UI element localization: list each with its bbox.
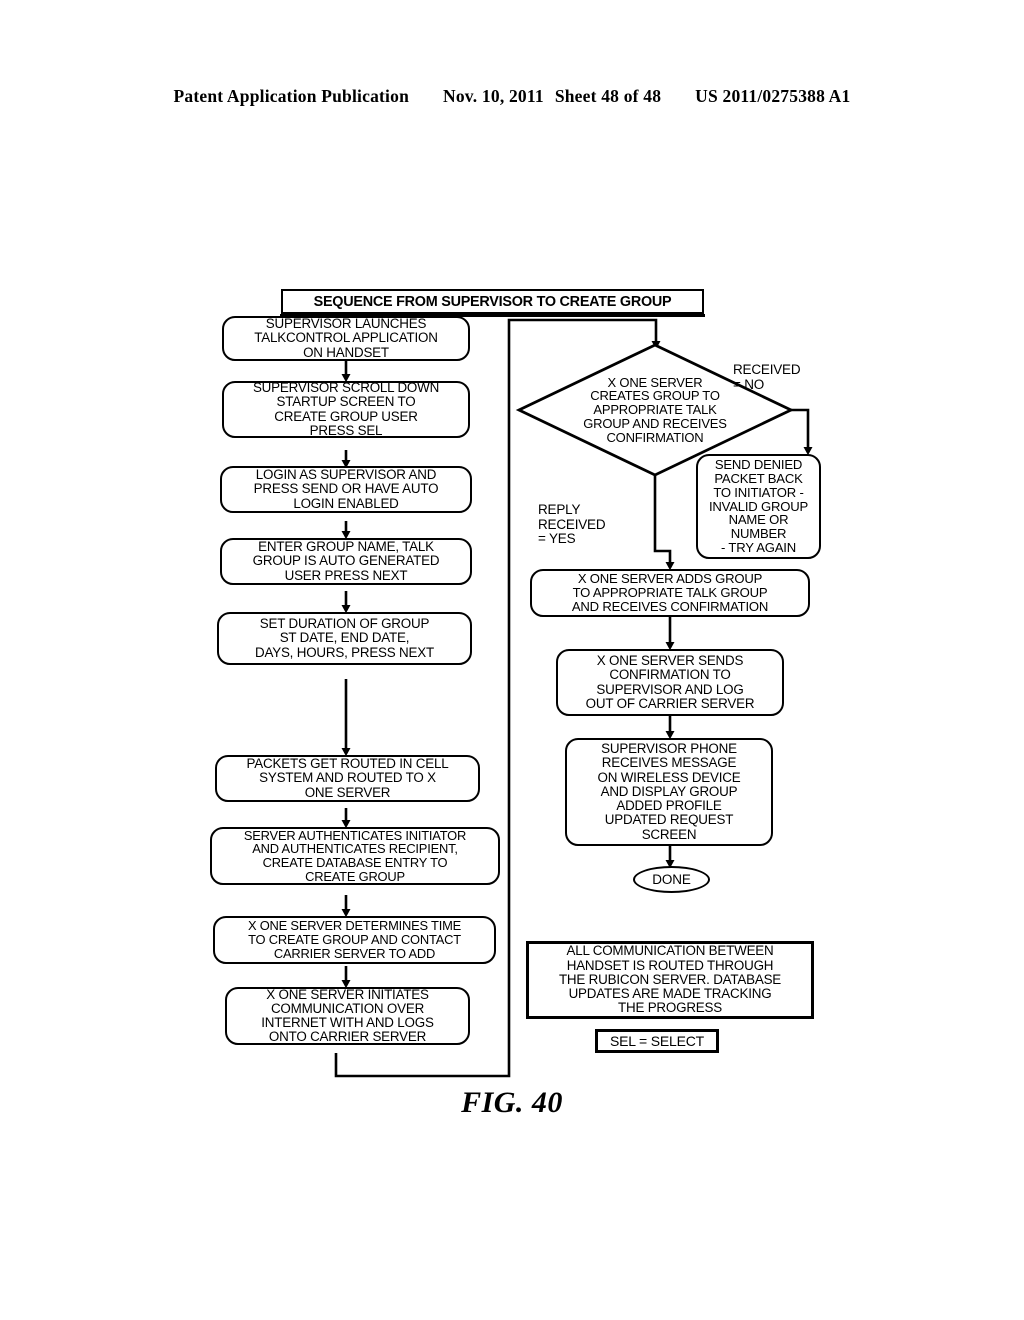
legend-sel-select: SEL = SELECT <box>595 1029 719 1053</box>
flowchart-connectors <box>334 318 813 1078</box>
step-login-as-supervisor: LOGIN AS SUPERVISOR AND PRESS SEND OR HA… <box>220 466 472 513</box>
step-packets-routed: PACKETS GET ROUTED IN CELL SYSTEM AND RO… <box>215 755 480 802</box>
flowchart-title-banner: SEQUENCE FROM SUPERVISOR TO CREATE GROUP <box>280 289 705 317</box>
flowchart-figure: SEQUENCE FROM SUPERVISOR TO CREATE GROUP… <box>0 0 1024 1320</box>
step-login-as-supervisor-label: LOGIN AS SUPERVISOR AND PRESS SEND OR HA… <box>253 467 439 511</box>
step-determines-time-label: X ONE SERVER DETERMINES TIME TO CREATE G… <box>247 918 462 961</box>
legend-sel-select-label: SEL = SELECT <box>610 1032 704 1049</box>
step-set-duration-label: SET DURATION OF GROUP ST DATE, END DATE,… <box>255 616 434 660</box>
step-initiates-communication: X ONE SERVER INITIATES COMMUNICATION OVE… <box>225 987 470 1045</box>
step-enter-group-name: ENTER GROUP NAME, TALK GROUP IS AUTO GEN… <box>220 538 472 585</box>
terminator-done: DONE <box>633 866 710 893</box>
step-initiates-communication-label: X ONE SERVER INITIATES COMMUNICATION OVE… <box>261 986 434 1045</box>
step-scroll-down-startup: SUPERVISOR SCROLL DOWN STARTUP SCREEN TO… <box>222 381 470 438</box>
box-adds-group-label: X ONE SERVER ADDS GROUP TO APPROPRIATE T… <box>571 571 769 614</box>
connector-decision-no-to-denied <box>791 408 813 456</box>
step-packets-routed-label: PACKETS GET ROUTED IN CELL SYSTEM AND RO… <box>246 756 449 800</box>
edge-label-reply-received-yes: REPLY RECEIVED = YES <box>538 502 606 547</box>
edge-label-received-no: RECEIVED = NO <box>733 362 801 392</box>
step-supervisor-launches: SUPERVISOR LAUNCHES TALKCONTROL APPLICAT… <box>222 316 470 361</box>
note-all-communication-label: ALL COMMUNICATION BETWEEN HANDSET IS ROU… <box>558 943 782 1016</box>
step-scroll-down-startup-label: SUPERVISOR SCROLL DOWN STARTUP SCREEN TO… <box>252 380 440 438</box>
box-send-denied-packet-label: SEND DENIED PACKET BACK TO INITIATOR - I… <box>708 456 809 556</box>
step-server-authenticates: SERVER AUTHENTICATES INITIATOR AND AUTHE… <box>210 827 500 885</box>
figure-caption: FIG. 40 <box>461 1086 563 1119</box>
connector-decision-yes-to-adds-group <box>653 475 675 571</box>
box-adds-group: X ONE SERVER ADDS GROUP TO APPROPRIATE T… <box>530 569 810 617</box>
box-supervisor-phone-label: SUPERVISOR PHONE RECEIVES MESSAGE ON WIR… <box>597 741 741 842</box>
box-send-denied-packet: SEND DENIED PACKET BACK TO INITIATOR - I… <box>696 454 821 559</box>
box-supervisor-phone: SUPERVISOR PHONE RECEIVES MESSAGE ON WIR… <box>565 738 773 846</box>
box-sends-confirmation-label: X ONE SERVER SENDS CONFIRMATION TO SUPER… <box>585 653 755 711</box>
step-determines-time: X ONE SERVER DETERMINES TIME TO CREATE G… <box>213 916 496 964</box>
step-set-duration: SET DURATION OF GROUP ST DATE, END DATE,… <box>217 612 472 665</box>
step-supervisor-launches-label: SUPERVISOR LAUNCHES TALKCONTROL APPLICAT… <box>254 316 438 360</box>
box-sends-confirmation: X ONE SERVER SENDS CONFIRMATION TO SUPER… <box>556 649 784 716</box>
step-enter-group-name-label: ENTER GROUP NAME, TALK GROUP IS AUTO GEN… <box>252 539 440 583</box>
terminator-done-label: DONE <box>652 872 691 887</box>
note-all-communication: ALL COMMUNICATION BETWEEN HANDSET IS ROU… <box>526 941 814 1019</box>
step-server-authenticates-label: SERVER AUTHENTICATES INITIATOR AND AUTHE… <box>243 827 467 884</box>
